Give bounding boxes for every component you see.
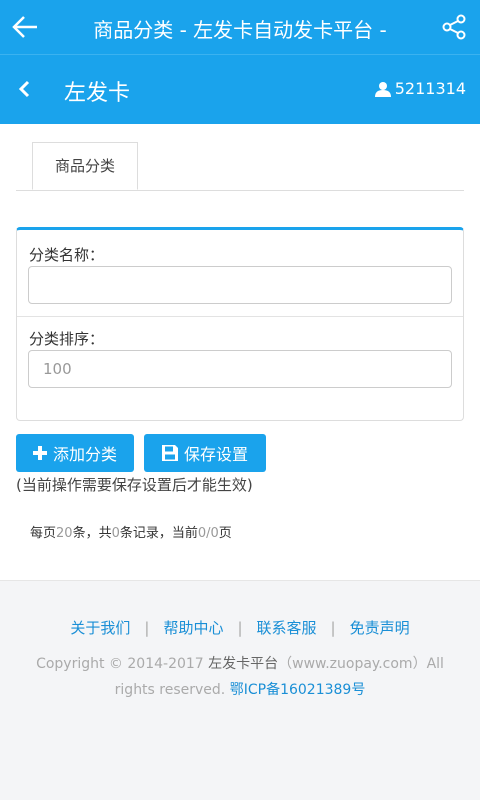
tab-product-category[interactable]: 商品分类 [32, 142, 138, 190]
app-bar-title: 商品分类 - 左发卡自动发卡平台 - [93, 18, 387, 42]
app-bar: 商品分类 - 左发卡自动发卡平台 - [0, 0, 480, 54]
add-category-label: 添加分类 [52, 445, 117, 464]
plus-icon [32, 446, 47, 460]
chevron-left-icon[interactable] [18, 80, 32, 98]
footer-link-help[interactable]: 帮助中心 [163, 619, 223, 637]
site-brand[interactable]: 左发卡 [64, 75, 130, 107]
link-separator: | [330, 619, 336, 637]
page-footer: 关于我们 | 帮助中心 | 联系客服 | 免责声明 Copyright © 2014-201… [0, 580, 480, 800]
footer-links: 关于我们 | 帮助中心 | 联系客服 | 免责声明 [0, 617, 480, 638]
form-divider [17, 316, 463, 317]
footer-link-support[interactable]: 联系客服 [257, 619, 317, 637]
category-order-input[interactable]: 100 [28, 350, 452, 388]
pager-prefix: 每页 [30, 526, 57, 541]
main-content: 商品分类 分类名称： 分类排序： 100 添加分类 保存设置 (当前操作需要保存… [0, 124, 480, 580]
icp-link[interactable]: 鄂ICP备16021389号 [230, 682, 366, 698]
back-arrow-icon[interactable] [10, 12, 40, 42]
user-icon [374, 81, 391, 97]
save-settings-button[interactable]: 保存设置 [144, 434, 266, 472]
footer-link-disclaimer[interactable]: 免责声明 [350, 619, 410, 637]
category-name-label: 分类名称： [29, 246, 105, 264]
pager-per-page: 20 [56, 526, 73, 541]
category-form-panel: 分类名称： 分类排序： 100 [16, 227, 464, 421]
pager-mid1: 条，共 [72, 526, 112, 541]
site-header: 左发卡 5211314 [0, 54, 480, 124]
link-separator: | [144, 619, 150, 637]
share-icon[interactable] [440, 13, 468, 41]
user-id: 5211314 [394, 79, 466, 98]
save-note: (当前操作需要保存设置后才能生效) [16, 476, 253, 494]
tab-bar: 商品分类 [16, 142, 464, 191]
pager-total: 0 [111, 526, 120, 541]
category-order-label: 分类排序： [29, 330, 105, 348]
copyright-prefix: Copyright © 2014-2017 [36, 656, 204, 672]
user-account[interactable]: 5211314 [374, 79, 466, 98]
footer-link-about[interactable]: 关于我们 [70, 619, 130, 637]
pager-suffix: 页 [218, 526, 232, 541]
pager-page: 0/0 [197, 526, 219, 541]
copyright: Copyright © 2014-2017 左发卡平台（www.zuopay.c… [14, 651, 466, 703]
save-disk-icon [161, 445, 178, 461]
category-name-input[interactable] [28, 266, 452, 304]
link-separator: | [237, 619, 243, 637]
pager-mid2: 条记录，当前 [119, 526, 198, 541]
pagination-info: 每页20条，共0条记录，当前0/0页 [30, 522, 232, 541]
add-category-button[interactable]: 添加分类 [16, 434, 134, 472]
copyright-brand: 左发卡平台 [208, 656, 279, 672]
save-settings-label: 保存设置 [183, 445, 248, 464]
